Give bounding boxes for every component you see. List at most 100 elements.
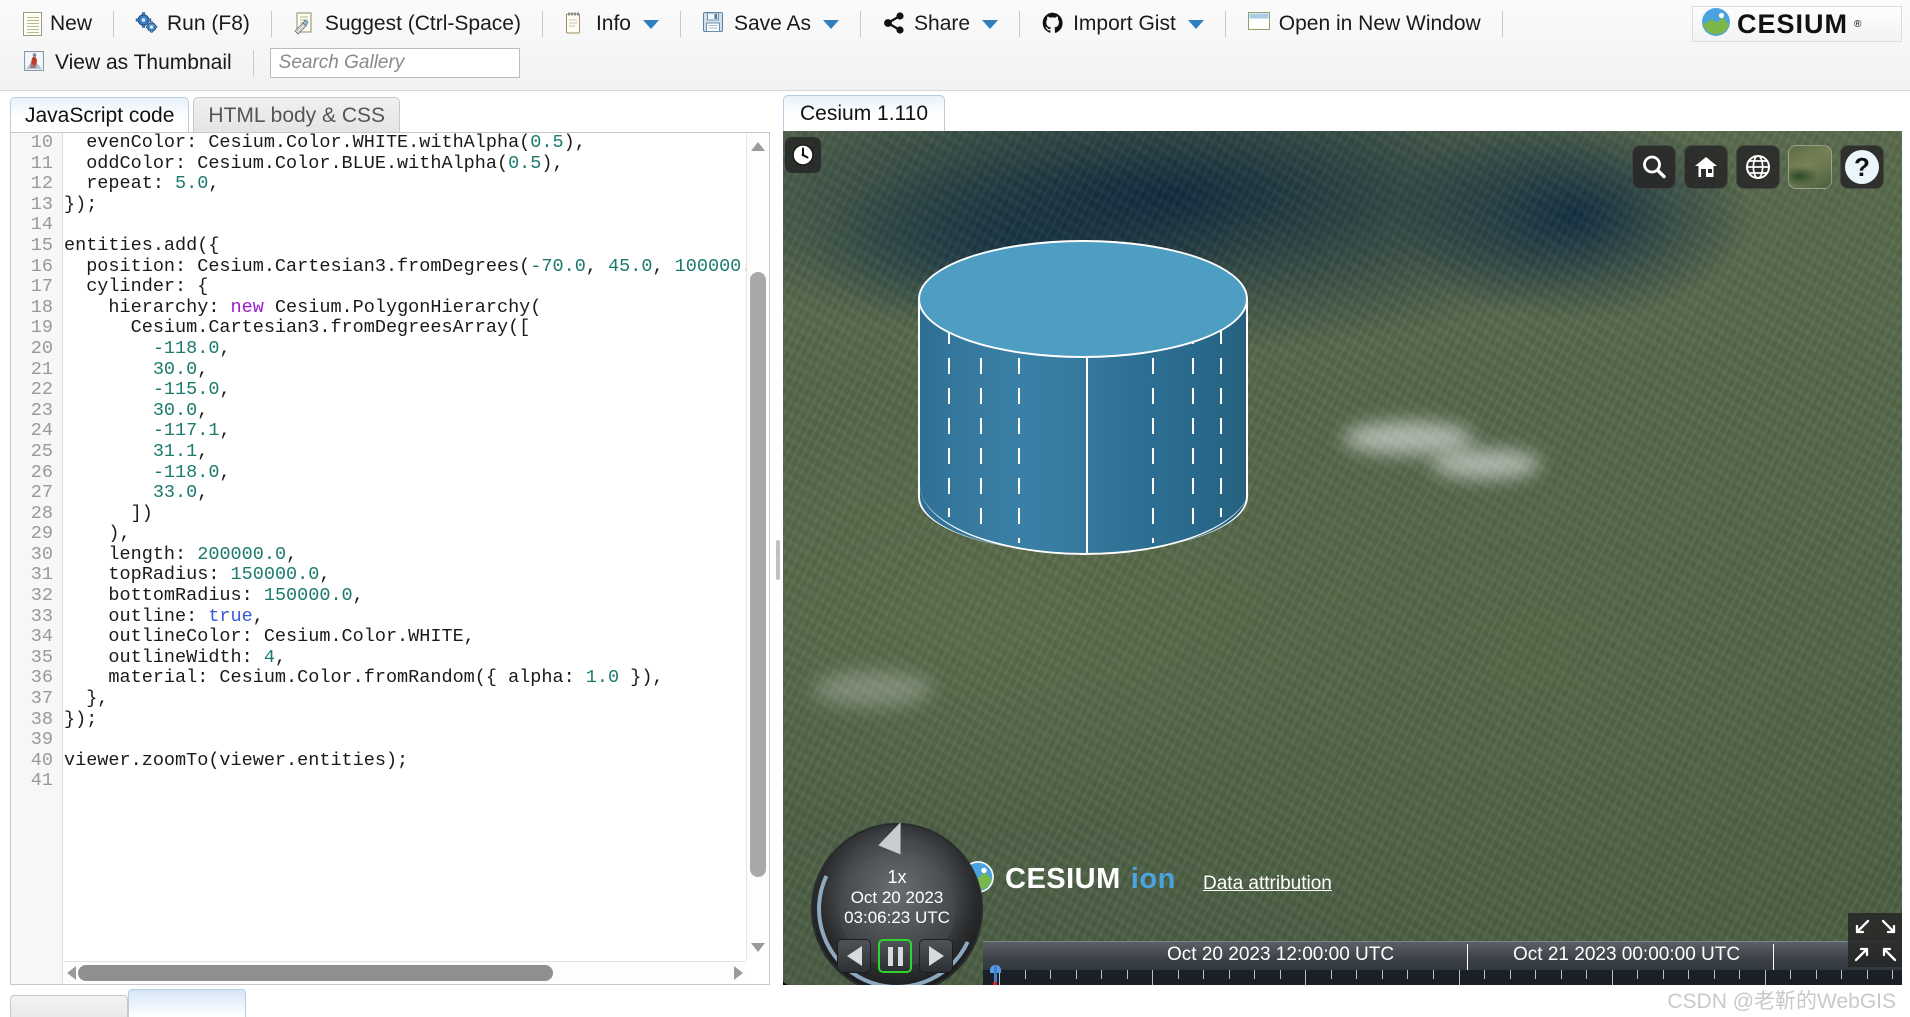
- line-number: 40: [30, 749, 53, 771]
- new-button[interactable]: New: [10, 7, 105, 41]
- vertical-scroll-thumb[interactable]: [750, 272, 766, 877]
- stub-tab-left[interactable]: [10, 995, 128, 1017]
- toolbar-primary-row: New Run (F8) Suggest (Ctrl-Space) Info S…: [10, 5, 1511, 43]
- globe-projection-icon[interactable]: [1736, 145, 1780, 189]
- run-button[interactable]: Run (F8): [122, 7, 263, 41]
- line-number: 38: [30, 708, 53, 730]
- scroll-down-arrow-icon[interactable]: [751, 943, 765, 952]
- stub-tab-selected[interactable]: [128, 989, 246, 1017]
- code-line[interactable]: outline: true,: [64, 606, 769, 628]
- chevron-down-icon[interactable]: [982, 19, 999, 29]
- timeline-handle-marker: [993, 982, 997, 985]
- code-line[interactable]: evenColor: Cesium.Color.WHITE.withAlpha(…: [64, 133, 769, 154]
- panel-splitter-handle[interactable]: [776, 540, 780, 580]
- reverse-button[interactable]: [837, 939, 871, 973]
- code-line[interactable]: },: [64, 688, 769, 710]
- share-button[interactable]: Share: [869, 7, 1011, 41]
- cesium-viewer-canvas[interactable]: ? CESIUM ion Data attribution 1x Oct 20 …: [783, 131, 1902, 985]
- timeline-tick: [1050, 970, 1052, 979]
- code-line[interactable]: 30.0,: [64, 400, 769, 422]
- tab-javascript-code[interactable]: JavaScript code: [10, 97, 190, 133]
- timeline-widget[interactable]: Oct 20 2023 12:00:00 UTC Oct 21 2023 00:…: [983, 941, 1902, 985]
- scroll-right-arrow-icon[interactable]: [734, 966, 743, 980]
- line-number: 16: [30, 255, 53, 277]
- toolbar-divider: [252, 50, 254, 76]
- code-line[interactable]: });: [64, 709, 769, 731]
- editor-vertical-scrollbar[interactable]: [746, 134, 768, 960]
- imagery-layers-icon[interactable]: [1788, 145, 1832, 189]
- cylinder-entity[interactable]: [918, 240, 1250, 590]
- code-line[interactable]: ]): [64, 503, 769, 525]
- import-gist-button[interactable]: Import Gist: [1028, 7, 1217, 41]
- data-attribution-link[interactable]: Data attribution: [1203, 873, 1332, 895]
- info-notepad-icon: [564, 11, 588, 37]
- code-text-area[interactable]: evenColor: Cesium.Color.WHITE.withAlpha(…: [64, 133, 769, 984]
- editor-horizontal-scrollbar[interactable]: [64, 961, 746, 983]
- code-line[interactable]: viewer.zoomTo(viewer.entities);: [64, 750, 769, 772]
- animation-readout: 1x Oct 20 2023 03:06:23 UTC: [827, 867, 967, 928]
- code-line[interactable]: -115.0,: [64, 379, 769, 401]
- scroll-left-arrow-icon[interactable]: [67, 966, 76, 980]
- view-as-thumbnail-label: View as Thumbnail: [55, 51, 232, 74]
- code-line[interactable]: position: Cesium.Cartesian3.fromDegrees(…: [64, 256, 769, 278]
- code-line[interactable]: topRadius: 150000.0,: [64, 565, 769, 586]
- code-line[interactable]: [64, 730, 769, 751]
- save-as-button[interactable]: Save As: [689, 7, 852, 41]
- code-line[interactable]: ),: [64, 524, 769, 545]
- code-line[interactable]: -118.0,: [64, 338, 769, 360]
- code-line[interactable]: [64, 771, 769, 792]
- animation-widget[interactable]: 1x Oct 20 2023 03:06:23 UTC: [791, 806, 1000, 985]
- chevron-down-icon[interactable]: [1187, 19, 1204, 29]
- code-line[interactable]: cylinder: {: [64, 277, 769, 298]
- code-line[interactable]: -117.1,: [64, 421, 769, 442]
- code-line[interactable]: hierarchy: new Cesium.PolygonHierarchy(: [64, 297, 769, 319]
- chevron-down-icon[interactable]: [823, 19, 840, 29]
- info-button[interactable]: Info: [551, 7, 672, 41]
- code-line[interactable]: outlineColor: Cesium.Color.WHITE,: [64, 627, 769, 648]
- timeline-tick: [1228, 970, 1230, 979]
- animation-date: Oct 20 2023: [850, 888, 944, 907]
- code-line[interactable]: 30.0,: [64, 359, 769, 381]
- run-button-label: Run (F8): [167, 12, 250, 35]
- code-editor[interactable]: 10 11 12 13 14 15 16 17 18 19 20 21 22 23 24 25 26 27 28 29…: [10, 132, 770, 985]
- clock-icon[interactable]: [785, 137, 821, 173]
- help-icon[interactable]: ?: [1840, 145, 1884, 189]
- toolbar-divider: [1224, 11, 1226, 37]
- code-line[interactable]: material: Cesium.Color.fromRandom({ alph…: [64, 668, 769, 689]
- code-line[interactable]: outlineWidth: 4,: [64, 647, 769, 669]
- code-line[interactable]: [64, 215, 769, 236]
- tab-cesium-version[interactable]: Cesium 1.110: [783, 95, 946, 131]
- code-line[interactable]: entities.add({: [64, 235, 769, 257]
- code-line[interactable]: -118.0,: [64, 462, 769, 484]
- line-number: 41: [30, 770, 53, 792]
- horizontal-scroll-thumb[interactable]: [78, 965, 553, 981]
- import-gist-button-label: Import Gist: [1073, 12, 1176, 35]
- code-line[interactable]: repeat: 5.0,: [64, 173, 769, 195]
- code-line[interactable]: 31.1,: [64, 441, 769, 463]
- tab-html-body-css[interactable]: HTML body & CSS: [193, 97, 401, 133]
- pause-button[interactable]: [878, 939, 912, 973]
- scroll-up-arrow-icon[interactable]: [751, 142, 765, 151]
- cloud-layer: [1431, 449, 1541, 479]
- play-forward-button[interactable]: [919, 939, 953, 973]
- search-icon[interactable]: [1632, 145, 1676, 189]
- timeline-ticks[interactable]: [983, 970, 1902, 985]
- code-line[interactable]: });: [64, 194, 769, 216]
- code-line[interactable]: Cesium.Cartesian3.fromDegreesArray([: [64, 318, 769, 339]
- timeline-current-time-handle[interactable]: [989, 965, 1001, 985]
- code-line[interactable]: bottomRadius: 150000.0,: [64, 585, 769, 607]
- search-input[interactable]: [269, 48, 520, 78]
- cesium-ion-credit[interactable]: CESIUM ion: [961, 860, 1176, 899]
- code-line[interactable]: length: 200000.0,: [64, 544, 769, 566]
- timeline-tick: [1305, 970, 1307, 985]
- suggest-button[interactable]: Suggest (Ctrl-Space): [280, 7, 534, 41]
- chevron-down-icon[interactable]: [642, 19, 659, 29]
- code-line[interactable]: oddColor: Cesium.Color.BLUE.withAlpha(0.…: [64, 153, 769, 175]
- open-in-new-window-button[interactable]: Open in New Window: [1234, 7, 1494, 41]
- code-line[interactable]: 33.0,: [64, 482, 769, 504]
- reverse-triangle-icon: [846, 946, 862, 966]
- timeline-tick: [1892, 970, 1894, 979]
- fullscreen-expand-icon[interactable]: [1848, 913, 1902, 967]
- view-as-thumbnail-button[interactable]: View as Thumbnail: [10, 46, 245, 80]
- home-icon[interactable]: [1684, 145, 1728, 189]
